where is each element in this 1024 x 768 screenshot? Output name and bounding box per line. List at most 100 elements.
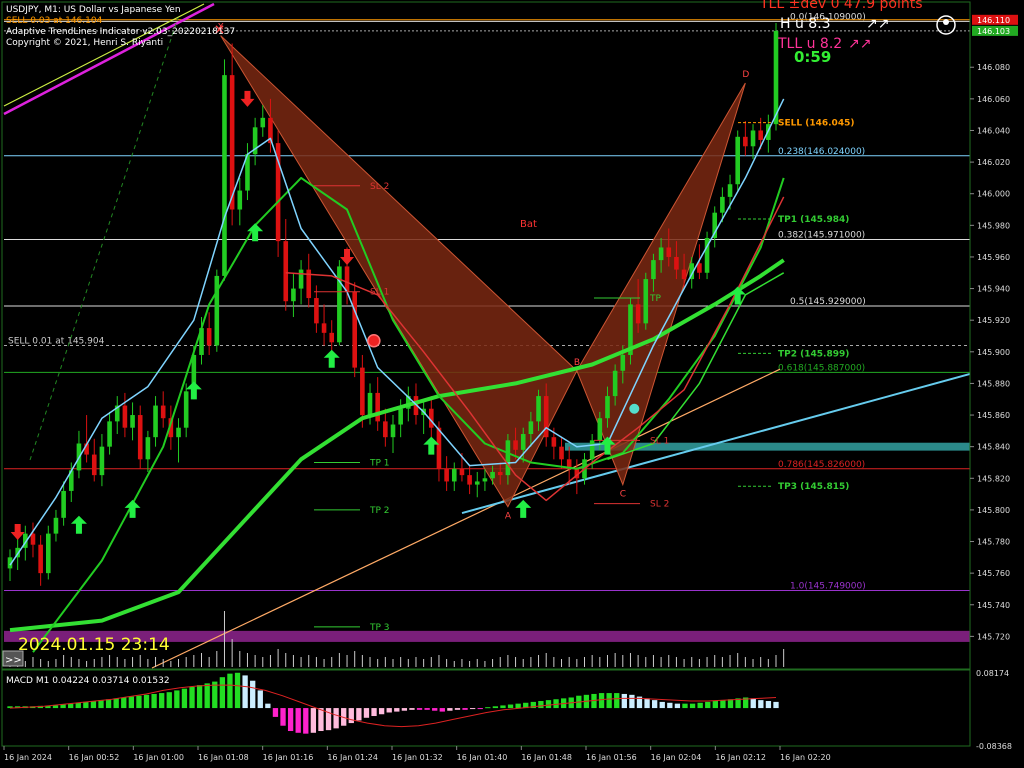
time-tick-0: 16 Jan 2024 — [4, 753, 52, 762]
macd-histogram-bar-100 — [765, 701, 772, 709]
candle-body-87 — [674, 256, 679, 270]
target-label-2: TP2 (145.899) — [778, 349, 849, 359]
fib-level-label-1: 0.238(146.024000) — [778, 147, 865, 157]
price-tick-5: 145.980 — [977, 221, 1010, 230]
macd-histogram-bar-67 — [515, 703, 521, 709]
macd-histogram-bar-47 — [363, 708, 370, 718]
macd-histogram-bar-10 — [83, 701, 89, 709]
macd-histogram-bar-12 — [98, 700, 104, 709]
macd-histogram-bar-37 — [287, 708, 294, 732]
candle-body-71 — [551, 437, 557, 447]
pattern-level-label-1: SL 1 — [370, 288, 389, 298]
candle-body-62 — [482, 478, 488, 482]
macd-histogram-bar-32 — [250, 680, 256, 709]
macd-histogram-bar-78 — [598, 693, 605, 709]
macd-histogram-bar-20 — [159, 693, 165, 709]
candle-body-64 — [497, 471, 503, 476]
candle-body-50 — [390, 424, 396, 438]
candle-body-63 — [490, 471, 495, 479]
candle-body-65 — [505, 440, 511, 476]
candle-body-23 — [183, 391, 189, 428]
target-label-1: TP1 (145.984) — [778, 215, 849, 225]
candle-body-13 — [107, 421, 112, 447]
pattern2-level-label-1: SL 1 — [650, 436, 669, 446]
time-tick-8: 16 Jan 01:48 — [521, 753, 572, 762]
candle-body-58 — [451, 468, 457, 482]
candle-body-40 — [314, 298, 319, 324]
macd-histogram-bar-99 — [758, 700, 764, 709]
candle-body-6 — [53, 517, 59, 534]
pattern-point-d: D — [742, 70, 749, 80]
macd-histogram-bar-17 — [136, 695, 142, 709]
candle-body-96 — [743, 136, 748, 147]
macd-histogram-bar-56 — [432, 708, 438, 711]
candle-body-42 — [329, 332, 335, 343]
macd-histogram-bar-19 — [151, 693, 157, 709]
price-tick-9: 145.900 — [977, 348, 1010, 357]
tll-deviation-text: TLL ±dev 0 47.9 points — [759, 0, 923, 12]
macd-histogram-bar-39 — [303, 708, 309, 734]
candle-body-27 — [214, 275, 220, 346]
macd-histogram-bar-24 — [189, 686, 195, 709]
scroll-nav-button[interactable]: >> — [2, 650, 24, 667]
macd-histogram-bar-94 — [720, 700, 726, 709]
macd-histogram-bar-15 — [121, 697, 127, 709]
candle-body-3 — [30, 533, 36, 545]
time-tick-12: 16 Jan 02:20 — [780, 753, 831, 762]
candle-body-59 — [459, 468, 465, 476]
macd-histogram-bar-66 — [507, 704, 514, 709]
candle-body-46 — [360, 367, 365, 416]
candle-body-76 — [589, 440, 595, 460]
trading-chart[interactable]: 0.0(146.109000)0.238(146.024000)0.382(14… — [0, 0, 1024, 768]
candle-body-17 — [137, 415, 143, 460]
candle-body-86 — [666, 247, 672, 257]
candle-body-44 — [344, 266, 350, 292]
price-tick-1: 146.060 — [977, 95, 1010, 104]
macd-histogram-bar-35 — [272, 708, 279, 717]
candle-body-97 — [750, 130, 756, 147]
candle-body-90 — [697, 263, 702, 273]
macd-histogram-bar-87 — [667, 702, 673, 709]
macd-histogram-bar-16 — [128, 696, 135, 709]
candle-body-47 — [367, 392, 373, 416]
candle-body-19 — [153, 405, 158, 438]
macd-histogram-bar-81 — [621, 693, 627, 709]
candle-body-4 — [38, 544, 43, 574]
macd-histogram-bar-84 — [644, 698, 650, 709]
candle-body-56 — [436, 427, 442, 469]
macd-histogram-bar-36 — [280, 708, 286, 726]
macd-histogram-bar-29 — [227, 673, 233, 709]
candle-body-83 — [643, 279, 649, 324]
price-tick-15: 145.780 — [977, 538, 1010, 547]
datetime-overlay: 2024.01.15 23:14 — [18, 635, 170, 655]
candle-body-66 — [513, 440, 518, 450]
macd-histogram-bar-21 — [166, 692, 172, 709]
candle-body-67 — [520, 434, 526, 450]
macd-histogram-bar-9 — [75, 702, 81, 709]
macd-histogram-bar-82 — [629, 694, 635, 709]
h-arrows-icon: ↗↗ — [866, 16, 889, 32]
candle-body-18 — [145, 437, 151, 460]
candle-body-72 — [559, 446, 564, 460]
candle-body-36 — [283, 241, 289, 302]
macd-histogram-bar-54 — [416, 708, 423, 710]
candle-body-95 — [735, 136, 740, 185]
macd-histogram-bar-58 — [447, 708, 453, 711]
macd-histogram-bar-79 — [606, 693, 612, 709]
macd-histogram-bar-18 — [143, 694, 150, 709]
macd-histogram-bar-63 — [485, 707, 491, 709]
indicator-title: Adaptive TrendLines Indicator v2.03_2022… — [6, 27, 235, 37]
macd-histogram-bar-80 — [614, 693, 620, 709]
macd-histogram-bar-30 — [234, 672, 241, 709]
macd-histogram-bar-91 — [697, 702, 703, 709]
macd-histogram-bar-22 — [174, 690, 180, 709]
candle-body-69 — [536, 396, 541, 422]
time-tick-2: 16 Jan 01:00 — [133, 753, 184, 762]
target-label-0: SELL (146.045) — [778, 119, 854, 129]
candle-body-93 — [720, 196, 725, 213]
macd-histogram-bar-8 — [68, 703, 74, 709]
price-tick-2: 146.040 — [977, 126, 1010, 135]
macd-histogram-bar-51 — [394, 708, 400, 712]
macd-histogram-bar-14 — [113, 698, 119, 709]
time-tick-4: 16 Jan 01:16 — [263, 753, 314, 762]
